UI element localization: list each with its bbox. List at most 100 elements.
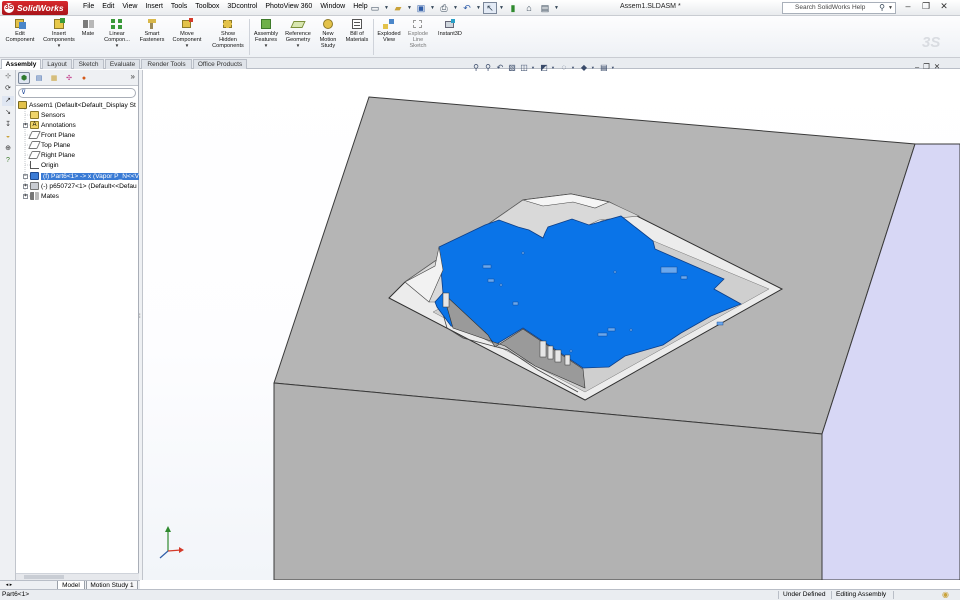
expand-part6-icon[interactable]: − bbox=[23, 174, 28, 179]
tree-node-origin[interactable]: Origin bbox=[30, 160, 59, 170]
exploded-view-button[interactable]: Exploded View bbox=[375, 18, 403, 43]
mate-button[interactable]: Mate bbox=[80, 18, 96, 37]
solidworks-logo[interactable]: 3S SolidWorks bbox=[2, 1, 68, 15]
assembly-features-dropdown-icon[interactable]: ▼ bbox=[251, 43, 281, 49]
new-document-icon[interactable]: ▭ bbox=[368, 2, 382, 14]
tab-layout[interactable]: Layout bbox=[42, 59, 72, 69]
view-orientation-icon[interactable]: ◫ bbox=[519, 63, 529, 72]
previous-view-icon[interactable]: ↶ bbox=[495, 63, 505, 72]
menu-tools[interactable]: Tools bbox=[168, 3, 192, 10]
search-icon[interactable]: ⚲ bbox=[879, 3, 885, 13]
restore-icon[interactable]: ❐ bbox=[920, 1, 932, 12]
tree-node-assembly[interactable]: Assem1 (Default<Default_Display St bbox=[18, 100, 136, 110]
smart-fasteners-button[interactable]: Smart Fasteners bbox=[138, 18, 166, 43]
undo-dropdown-icon[interactable]: ▼ bbox=[476, 2, 481, 14]
print-dropdown-icon[interactable]: ▼ bbox=[453, 2, 458, 14]
apply-scene-icon[interactable]: ▤ bbox=[599, 63, 609, 72]
line-tool-icon[interactable]: ↘ bbox=[2, 108, 14, 118]
viewport-restore-icon[interactable]: ❐ bbox=[923, 62, 930, 71]
menu-file[interactable]: File bbox=[80, 3, 99, 10]
menu-photoview[interactable]: PhotoView 360 bbox=[262, 3, 317, 10]
explode-line-sketch-button[interactable]: Explode Line Sketch bbox=[405, 18, 431, 49]
tree-node-sensors[interactable]: Sensors bbox=[30, 110, 65, 120]
display-style-icon[interactable]: ◩ bbox=[539, 63, 549, 72]
configurationmanager-icon[interactable]: ▦ bbox=[48, 72, 60, 84]
tab-evaluate[interactable]: Evaluate bbox=[105, 59, 140, 69]
scrollbar-thumb[interactable] bbox=[24, 575, 64, 579]
move-component-dropdown-icon[interactable]: ▼ bbox=[170, 43, 204, 49]
menu-3dcontrol[interactable]: 3Dcontrol bbox=[224, 3, 262, 10]
expand-p650727-icon[interactable]: + bbox=[23, 184, 28, 189]
arrow-down-tool-icon[interactable]: ↧ bbox=[2, 120, 14, 130]
3d-model-view[interactable] bbox=[143, 70, 960, 580]
lock-tool-icon[interactable]: ⊕ bbox=[2, 144, 14, 154]
linear-pattern-button[interactable]: Linear Compon... ▼ bbox=[100, 18, 134, 49]
open-dropdown-icon[interactable]: ▼ bbox=[407, 2, 412, 14]
zoom-to-fit-icon[interactable]: ⚲ bbox=[471, 63, 481, 72]
rotate-tool-icon[interactable]: ⟳ bbox=[2, 84, 14, 94]
save-dropdown-icon[interactable]: ▼ bbox=[430, 2, 435, 14]
insert-components-button[interactable]: Insert Components ▼ bbox=[40, 18, 78, 49]
display-manager-icon[interactable]: ● bbox=[78, 72, 90, 84]
bill-of-materials-button[interactable]: Bill of Materials bbox=[342, 18, 372, 43]
featuremanager-icon[interactable]: ⬢ bbox=[18, 72, 30, 84]
tree-node-top-plane[interactable]: Top Plane bbox=[28, 140, 70, 150]
menu-toolbox[interactable]: Toolbox bbox=[192, 3, 224, 10]
edit-component-button[interactable]: Edit Component bbox=[4, 18, 36, 43]
tree-node-mates[interactable]: Mates bbox=[30, 191, 59, 201]
propertymanager-icon[interactable]: ▤ bbox=[33, 72, 45, 84]
view-orientation-dropdown-icon[interactable]: ▼ bbox=[531, 65, 535, 70]
help-tool-icon[interactable]: ? bbox=[2, 156, 14, 166]
view-tool-icon[interactable]: ◒ bbox=[2, 132, 14, 142]
print-icon[interactable]: ⎙ bbox=[437, 2, 451, 14]
tree-filter-input[interactable]: ⊽ bbox=[18, 88, 136, 98]
tab-sketch[interactable]: Sketch bbox=[73, 59, 104, 69]
search-dropdown-icon[interactable]: ▼ bbox=[888, 3, 893, 13]
file-properties-icon[interactable]: ⌂ bbox=[522, 2, 536, 14]
menu-window[interactable]: Window bbox=[317, 3, 350, 10]
options-dropdown-icon[interactable]: ▼ bbox=[554, 2, 559, 14]
display-style-dropdown-icon[interactable]: ▼ bbox=[551, 65, 555, 70]
menu-insert[interactable]: Insert bbox=[142, 3, 168, 10]
hide-show-items-icon[interactable]: ◌ bbox=[559, 63, 569, 72]
new-motion-study-button[interactable]: New Motion Study bbox=[316, 18, 340, 49]
menu-edit[interactable]: Edit bbox=[99, 3, 119, 10]
rebuild-status-icon[interactable]: ◉ bbox=[942, 590, 949, 600]
expand-mates-icon[interactable]: + bbox=[23, 194, 28, 199]
options-icon[interactable]: ▤ bbox=[538, 2, 552, 14]
minimize-icon[interactable]: – bbox=[902, 1, 914, 12]
tree-node-front-plane[interactable]: Front Plane bbox=[28, 130, 75, 140]
tree-node-annotations[interactable]: A Annotations bbox=[30, 120, 76, 130]
tree-node-right-plane[interactable]: Right Plane bbox=[28, 150, 75, 160]
section-view-icon[interactable]: ▧ bbox=[507, 63, 517, 72]
reference-geometry-button[interactable]: Reference Geometry ▼ bbox=[282, 18, 314, 49]
tree-node-p650727[interactable]: (-) p650727<1> (Default<<Defau bbox=[30, 181, 137, 191]
insert-components-dropdown-icon[interactable]: ▼ bbox=[40, 43, 78, 49]
search-input[interactable]: Search SolidWorks Help ⚲ ▼ bbox=[782, 2, 896, 14]
tab-assembly[interactable]: Assembly bbox=[1, 59, 41, 69]
edit-appearance-icon[interactable]: ◆ bbox=[579, 63, 589, 72]
graphics-area[interactable] bbox=[143, 70, 960, 580]
show-hidden-components-button[interactable]: Show Hidden Components bbox=[208, 18, 248, 49]
apply-scene-dropdown-icon[interactable]: ▼ bbox=[611, 65, 615, 70]
instant3d-button[interactable]: Instant3D bbox=[434, 18, 466, 37]
save-icon[interactable]: ▣ bbox=[414, 2, 428, 14]
tree-node-part6[interactable]: (f) Part6<1> -> x (Vapor P_N<<V bbox=[30, 171, 142, 181]
new-dropdown-icon[interactable]: ▼ bbox=[384, 2, 389, 14]
select-tool-icon[interactable]: ⊹ bbox=[2, 72, 14, 82]
select-dropdown-icon[interactable]: ▼ bbox=[499, 2, 504, 14]
pointer-tool-icon[interactable]: ↗ bbox=[2, 96, 14, 106]
viewport-minimize-icon[interactable]: – bbox=[915, 62, 919, 71]
move-component-button[interactable]: Move Component ▼ bbox=[170, 18, 204, 49]
undo-icon[interactable]: ↶ bbox=[460, 2, 474, 14]
reference-geometry-dropdown-icon[interactable]: ▼ bbox=[282, 43, 314, 49]
zoom-to-area-icon[interactable]: ⚲ bbox=[483, 63, 493, 72]
expand-panel-icon[interactable]: » bbox=[131, 72, 138, 85]
hide-show-dropdown-icon[interactable]: ▼ bbox=[571, 65, 575, 70]
open-folder-icon[interactable]: ▰ bbox=[391, 2, 405, 14]
menu-view[interactable]: View bbox=[119, 3, 142, 10]
tab-render-tools[interactable]: Render Tools bbox=[141, 59, 192, 69]
select-icon[interactable]: ↖ bbox=[483, 2, 497, 14]
assembly-features-button[interactable]: Assembly Features ▼ bbox=[251, 18, 281, 49]
viewport-close-icon[interactable]: ✕ bbox=[934, 62, 940, 71]
